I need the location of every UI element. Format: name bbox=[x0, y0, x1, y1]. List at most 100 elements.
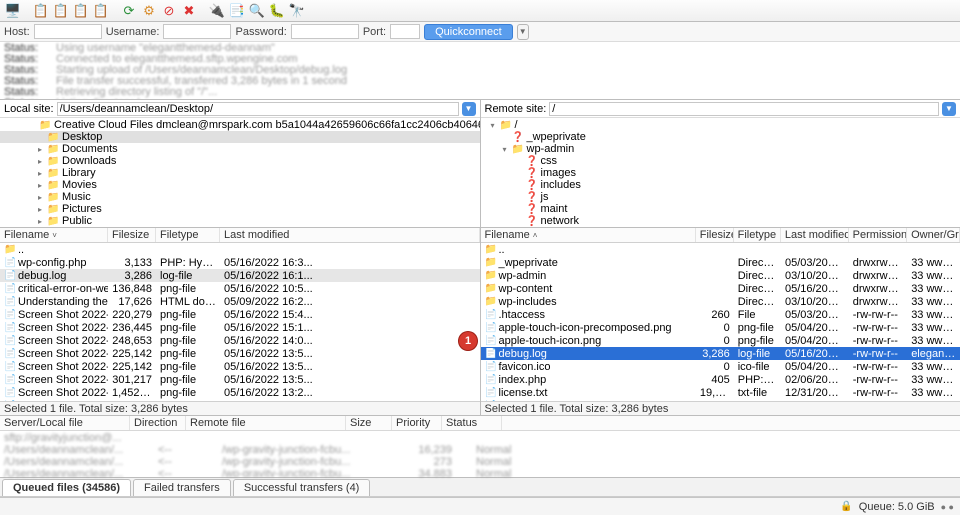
file-row[interactable]: 📄favicon.ico0ico-file05/04/2022 1...-rw-… bbox=[481, 360, 960, 373]
file-row[interactable]: 📄Screen Shot 2022-05..236,445png-file05/… bbox=[0, 321, 480, 334]
local-file-list[interactable]: 📁..📄wp-config.php3,133PHP: Hypertext P..… bbox=[0, 243, 480, 401]
queue-col[interactable]: Status bbox=[442, 416, 502, 430]
tree-node[interactable]: ▾📁wp-admin bbox=[481, 143, 960, 155]
file-row[interactable]: 📄Screen Shot 2022-05..248,653png-file05/… bbox=[0, 334, 480, 347]
remote-path-dropdown-icon[interactable]: ▼ bbox=[942, 102, 956, 116]
queue-col[interactable]: Direction bbox=[130, 416, 186, 430]
tree-node[interactable]: ❓images bbox=[481, 167, 960, 179]
file-row[interactable]: 📁wp-includesDirectory03/10/2022 1...drwx… bbox=[481, 295, 960, 308]
tab-failed[interactable]: Failed transfers bbox=[133, 479, 231, 496]
col-filetype[interactable]: Filetype bbox=[734, 228, 781, 242]
toggle-tree-icon[interactable]: 📋 bbox=[72, 2, 90, 20]
col-filename[interactable]: Filename˅ bbox=[0, 228, 108, 242]
tree-node[interactable]: ▸📁Movies bbox=[0, 179, 480, 191]
remote-file-list[interactable]: 📁..📁_wpeprivateDirectory05/03/2022 1...d… bbox=[481, 243, 960, 401]
queue-col[interactable]: Remote file bbox=[186, 416, 346, 430]
message-log[interactable]: Status:Using username "elegantthemesd-de… bbox=[0, 42, 960, 100]
file-row[interactable]: 📄Screen Shot 2022-05..1,452,095png-file0… bbox=[0, 386, 480, 399]
file-row[interactable]: 📄debug.log3,286log-file05/16/2022 16:1..… bbox=[0, 269, 480, 282]
col-owner[interactable]: Owner/Group bbox=[907, 228, 960, 242]
tree-node[interactable]: ▾📁/ bbox=[481, 119, 960, 131]
queue-indicator-icon[interactable]: ● ● bbox=[941, 502, 954, 512]
col-filesize[interactable]: Filesize bbox=[108, 228, 156, 242]
remote-path-input[interactable] bbox=[549, 102, 939, 116]
local-status: Selected 1 file. Total size: 3,286 bytes bbox=[0, 401, 480, 415]
file-row[interactable]: 📄.htaccess260File05/03/2022 1...-rw-rw-r… bbox=[481, 308, 960, 321]
local-pane: Local site: ▼ 📁Creative Cloud Files dmcl… bbox=[0, 100, 480, 415]
file-row[interactable]: 📄Screen Shot 2022-05..225,142png-file05/… bbox=[0, 360, 480, 373]
server-list-icon[interactable]: 🖥️ bbox=[4, 2, 22, 20]
tree-node[interactable]: ▸📁Music bbox=[0, 191, 480, 203]
file-row[interactable]: 📄critical-error-on-web..136,848png-file0… bbox=[0, 282, 480, 295]
processing-icon[interactable]: ⚙ bbox=[140, 2, 158, 20]
refresh-icon[interactable]: ⟳ bbox=[120, 2, 138, 20]
file-row[interactable]: 📁wp-adminDirectory03/10/2022 1...drwxrwx… bbox=[481, 269, 960, 282]
file-row[interactable]: 📄apple-touch-icon-precomposed.png0png-fi… bbox=[481, 321, 960, 334]
file-row[interactable]: 📄apple-touch-icon.png0png-file05/04/2022… bbox=[481, 334, 960, 347]
local-path-input[interactable] bbox=[57, 102, 459, 116]
file-row[interactable]: 📄Understanding the Uni..17,626HTML docum… bbox=[0, 295, 480, 308]
col-filename[interactable]: Filename˄ bbox=[481, 228, 696, 242]
file-row[interactable]: 📄Screen Shot 2022-05..225,142png-file05/… bbox=[0, 347, 480, 360]
padlock-icon[interactable]: 🔒 bbox=[840, 501, 852, 512]
tree-node[interactable]: ▸📁Pictures bbox=[0, 203, 480, 215]
queue-size-label: Queue: 5.0 GiB bbox=[859, 501, 935, 513]
local-path-dropdown-icon[interactable]: ▼ bbox=[462, 102, 476, 116]
quickconnect-button[interactable]: Quickconnect bbox=[424, 24, 513, 40]
tree-node[interactable]: ❓network bbox=[481, 215, 960, 227]
tree-node[interactable]: ▸📁Public bbox=[0, 215, 480, 227]
filter-icon[interactable]: 📑 bbox=[228, 2, 246, 20]
tree-node[interactable]: ▸📁Documents bbox=[0, 143, 480, 155]
col-permissions[interactable]: Permissions bbox=[849, 228, 907, 242]
col-modified[interactable]: Last modified bbox=[781, 228, 849, 242]
tab-success[interactable]: Successful transfers (4) bbox=[233, 479, 371, 496]
host-label: Host: bbox=[4, 26, 30, 38]
file-row[interactable]: 📁wp-contentDirectory05/16/2022 1...drwxr… bbox=[481, 282, 960, 295]
status-bar: 🔒 Queue: 5.0 GiB ● ● bbox=[0, 497, 960, 515]
port-input[interactable] bbox=[390, 24, 420, 39]
file-row[interactable]: 📁_wpeprivateDirectory05/03/2022 1...drwx… bbox=[481, 256, 960, 269]
file-row[interactable]: 📄wp-config.php3,133PHP: Hypertext P..05/… bbox=[0, 256, 480, 269]
file-row[interactable]: 📄Screen Shot 2022-05..220,279png-file05/… bbox=[0, 308, 480, 321]
file-row[interactable]: 📄index.php405PHP: Hype..02/06/2020 ...-r… bbox=[481, 373, 960, 386]
queue-body[interactable]: sftp://gravityjunction@.../Users/deannam… bbox=[0, 431, 960, 477]
reconnect-icon[interactable]: 🔌 bbox=[208, 2, 226, 20]
col-filetype[interactable]: Filetype bbox=[156, 228, 220, 242]
tree-node[interactable]: ❓js bbox=[481, 191, 960, 203]
tree-node[interactable]: ❓maint bbox=[481, 203, 960, 215]
cancel-icon[interactable]: ⊘ bbox=[160, 2, 178, 20]
disconnect-icon[interactable]: ✖ bbox=[180, 2, 198, 20]
tree-node[interactable]: ▸📁Library bbox=[0, 167, 480, 179]
file-row[interactable]: 📁.. bbox=[0, 243, 480, 256]
tree-node[interactable]: ❓_wpeprivate bbox=[481, 131, 960, 143]
password-input[interactable] bbox=[291, 24, 359, 39]
tree-node[interactable]: ❓includes bbox=[481, 179, 960, 191]
file-row[interactable]: 📄debug.log3,286log-file05/16/2022 1...-r… bbox=[481, 347, 960, 360]
col-filesize[interactable]: Filesize bbox=[696, 228, 734, 242]
tree-node[interactable]: 📁Desktop bbox=[0, 131, 480, 143]
host-input[interactable] bbox=[34, 24, 102, 39]
remote-file-headers: Filename˄ Filesize Filetype Last modifie… bbox=[481, 228, 960, 243]
local-file-headers: Filename˅ Filesize Filetype Last modifie… bbox=[0, 228, 480, 243]
file-row[interactable]: 📄license.txt19,915txt-file12/31/2021 1..… bbox=[481, 386, 960, 399]
quickconnect-dropdown-icon[interactable]: ▼ bbox=[517, 24, 529, 40]
local-tree[interactable]: 📁Creative Cloud Files dmclean@mrspark.co… bbox=[0, 118, 480, 228]
site-manager-icon[interactable]: 📋 bbox=[32, 2, 50, 20]
binoculars-icon[interactable]: 🔭 bbox=[288, 2, 306, 20]
queue-col[interactable]: Size bbox=[346, 416, 392, 430]
toggle-queue-icon[interactable]: 📋 bbox=[92, 2, 110, 20]
file-row[interactable]: 📄Screen Shot 2022-05..301,217png-file05/… bbox=[0, 373, 480, 386]
remote-tree[interactable]: ▾📁/❓_wpeprivate▾📁wp-admin❓css❓images❓inc… bbox=[481, 118, 960, 228]
tab-queued[interactable]: Queued files (34586) bbox=[2, 479, 131, 496]
file-row[interactable]: 📁.. bbox=[481, 243, 960, 256]
search-icon[interactable]: 🔍 bbox=[248, 2, 266, 20]
queue-col[interactable]: Server/Local file bbox=[0, 416, 130, 430]
tree-node[interactable]: ▸📁Downloads bbox=[0, 155, 480, 167]
tree-node[interactable]: ❓css bbox=[481, 155, 960, 167]
col-modified[interactable]: Last modified bbox=[220, 228, 480, 242]
username-input[interactable] bbox=[163, 24, 231, 39]
queue-col[interactable]: Priority bbox=[392, 416, 442, 430]
toggle-log-icon[interactable]: 📋 bbox=[52, 2, 70, 20]
tree-node[interactable]: 📁Creative Cloud Files dmclean@mrspark.co… bbox=[0, 119, 480, 131]
compare-icon[interactable]: 🐛 bbox=[268, 2, 286, 20]
